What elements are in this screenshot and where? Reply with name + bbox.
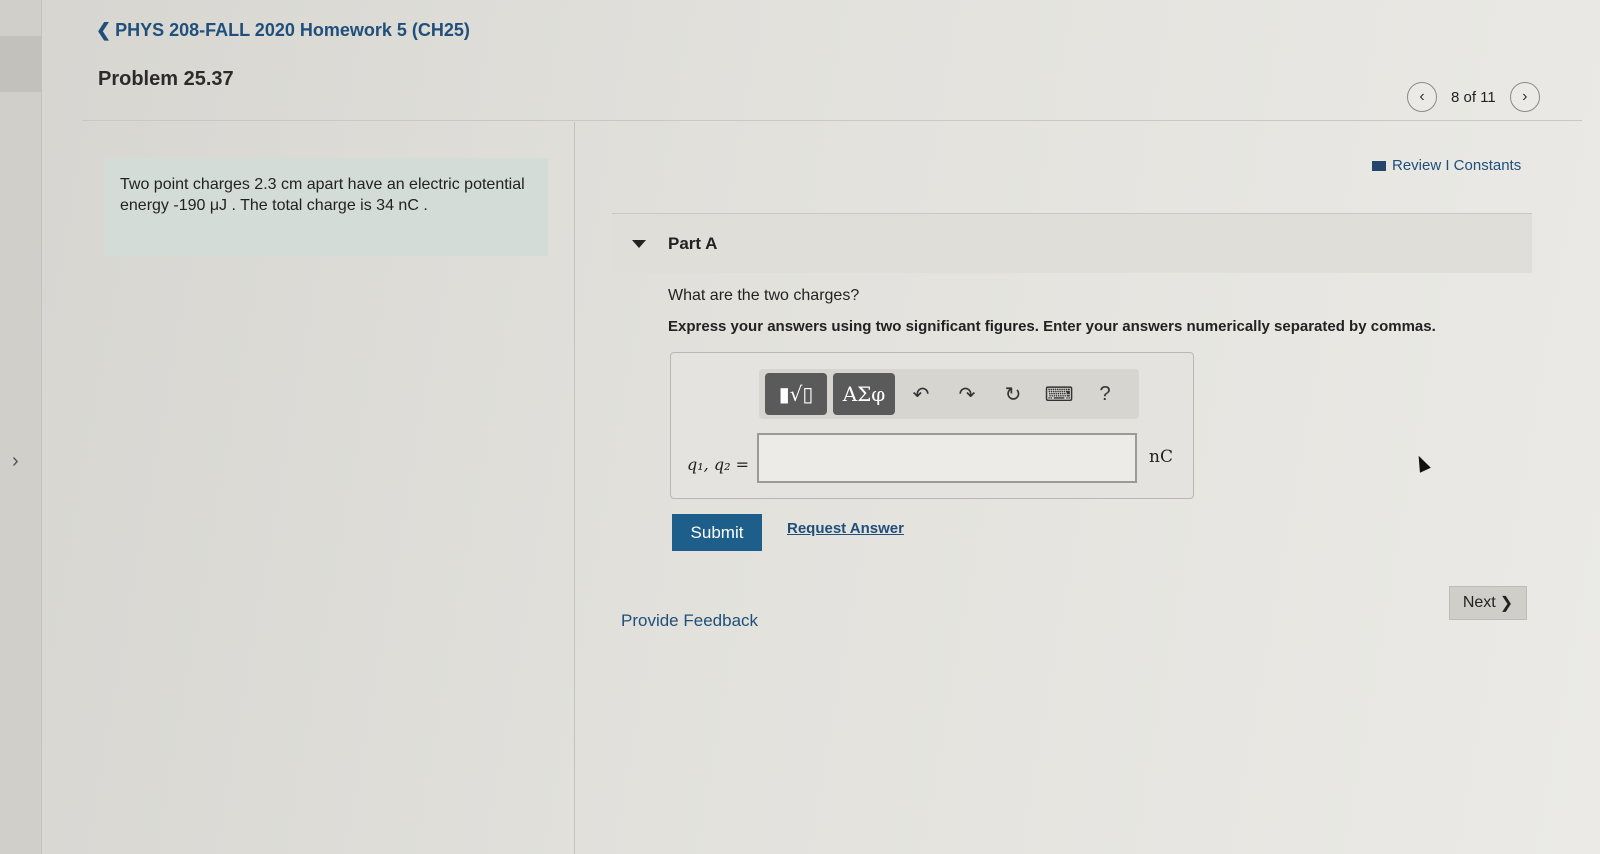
- problem-statement: Two point charges 2.3 cm apart have an e…: [104, 158, 548, 256]
- next-problem-button[interactable]: ›: [1509, 82, 1540, 112]
- undo-icon[interactable]: ↶: [901, 373, 941, 415]
- book-icon: [1372, 160, 1386, 171]
- answer-box: ▮√▯ ΑΣφ ↶ ↷ ↻ ⌨ ? q₁, q₂ = nC: [670, 352, 1194, 499]
- answer-label: q₁, q₂ =: [687, 455, 749, 474]
- back-to-assignment-link[interactable]: ❮ PHYS 208-FALL 2020 Homework 5 (CH25): [96, 20, 470, 41]
- problem-pager: ‹ 8 of 11 ›: [1407, 82, 1540, 112]
- reset-icon[interactable]: ↻: [993, 373, 1033, 415]
- question-text: What are the two charges?: [668, 287, 860, 304]
- provide-feedback-link[interactable]: Provide Feedback: [621, 611, 758, 631]
- column-divider: [574, 122, 575, 854]
- math-toolbar: ▮√▯ ΑΣφ ↶ ↷ ↻ ⌨ ?: [759, 369, 1139, 419]
- help-button[interactable]: ?: [1085, 373, 1125, 415]
- chevron-left-icon: ❮: [96, 20, 112, 40]
- review-constants-link[interactable]: Review I Constants: [1372, 157, 1521, 174]
- header-divider: [82, 120, 1582, 121]
- greek-symbols-button[interactable]: ΑΣφ: [833, 373, 895, 415]
- unit-label: nC: [1149, 447, 1173, 467]
- keyboard-icon[interactable]: ⌨: [1039, 373, 1079, 415]
- review-constants-label: Review I Constants: [1392, 157, 1522, 174]
- page: ❮ PHYS 208-FALL 2020 Homework 5 (CH25) P…: [42, 0, 1600, 854]
- part-a-header[interactable]: Part A: [612, 213, 1532, 273]
- chevron-right-icon: ❯: [1499, 595, 1514, 612]
- expand-panel-icon[interactable]: ›: [12, 450, 19, 473]
- part-label: Part A: [668, 233, 718, 253]
- next-button[interactable]: Next ❯: [1449, 586, 1527, 620]
- instructions-text: Express your answers using two significa…: [668, 318, 1436, 335]
- chevron-right-icon: ›: [1522, 88, 1528, 105]
- chevron-left-icon: ‹: [1419, 88, 1425, 105]
- assignment-title: PHYS 208-FALL 2020 Homework 5 (CH25): [115, 20, 470, 40]
- next-label: Next: [1462, 594, 1496, 611]
- answer-input[interactable]: [757, 433, 1137, 483]
- previous-problem-button[interactable]: ‹: [1407, 82, 1437, 112]
- request-answer-link[interactable]: Request Answer: [787, 520, 904, 537]
- templates-button[interactable]: ▮√▯: [765, 373, 827, 415]
- redo-icon[interactable]: ↷: [947, 373, 987, 415]
- collapse-triangle-icon: [632, 239, 646, 248]
- problem-title: Problem 25.37: [98, 68, 234, 90]
- left-panel-tab[interactable]: [0, 36, 42, 92]
- left-panel-edge: ›: [0, 0, 42, 854]
- mouse-cursor-icon: [1413, 453, 1431, 473]
- problem-count: 8 of 11: [1451, 88, 1496, 106]
- submit-button[interactable]: Submit: [672, 514, 762, 551]
